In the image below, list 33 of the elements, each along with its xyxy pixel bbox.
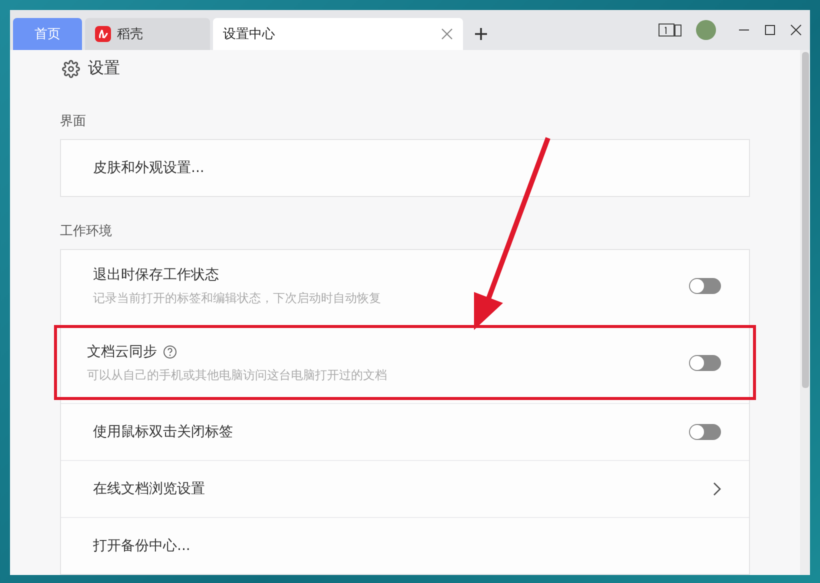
highlighted-setting-row[interactable]: 文档云同步 可以从自己的手机或其他电脑访问这台电脑打开过的文档 xyxy=(55,326,755,399)
page-title: 设置 xyxy=(88,58,120,79)
settings-icon xyxy=(62,60,80,78)
toggle-switch[interactable] xyxy=(689,424,721,440)
setting-row[interactable]: 打开备份中心... xyxy=(61,517,749,574)
device-sync-icon[interactable] xyxy=(658,22,682,38)
browser-tab[interactable]: 设置中心 xyxy=(213,18,463,50)
section-title: 界面 xyxy=(60,113,87,130)
new-tab-icon[interactable] xyxy=(474,27,488,41)
setting-label: 使用鼠标双击关闭标签 xyxy=(93,423,233,441)
scrollbar[interactable] xyxy=(800,50,810,575)
maximize-icon[interactable] xyxy=(764,24,776,36)
close-icon[interactable] xyxy=(790,24,802,36)
setting-row[interactable]: 在线文档浏览设置 xyxy=(61,460,749,517)
chevron-right-icon[interactable] xyxy=(713,482,721,496)
setting-label: 在线文档浏览设置 xyxy=(93,480,205,498)
setting-label: 打开备份中心... xyxy=(93,537,190,555)
setting-row[interactable]: 退出时保存工作状态 记录当前打开的标签和编辑状态，下次启动时自动恢复 xyxy=(61,250,749,322)
setting-row[interactable]: 使用鼠标双击关闭标签 xyxy=(61,403,749,460)
setting-label: 皮肤和外观设置... xyxy=(93,159,204,177)
flame-logo-icon xyxy=(95,26,111,42)
toggle-switch[interactable] xyxy=(689,278,721,294)
close-tab-icon[interactable] xyxy=(441,28,453,40)
help-icon[interactable] xyxy=(163,344,177,358)
browser-tab[interactable]: 稻壳 xyxy=(85,18,210,50)
setting-description: 记录当前打开的标签和编辑状态，下次启动时自动恢复 xyxy=(93,290,381,306)
setting-label: 退出时保存工作状态 xyxy=(93,266,219,284)
setting-description: 可以从自己的手机或其他电脑访问这台电脑打开过的文档 xyxy=(87,366,387,384)
toggle-switch[interactable] xyxy=(689,355,721,371)
setting-label: 文档云同步 xyxy=(87,342,157,360)
avatar[interactable] xyxy=(696,20,716,40)
section-title: 工作环境 xyxy=(60,223,113,240)
setting-row[interactable]: 皮肤和外观设置... xyxy=(61,140,749,196)
